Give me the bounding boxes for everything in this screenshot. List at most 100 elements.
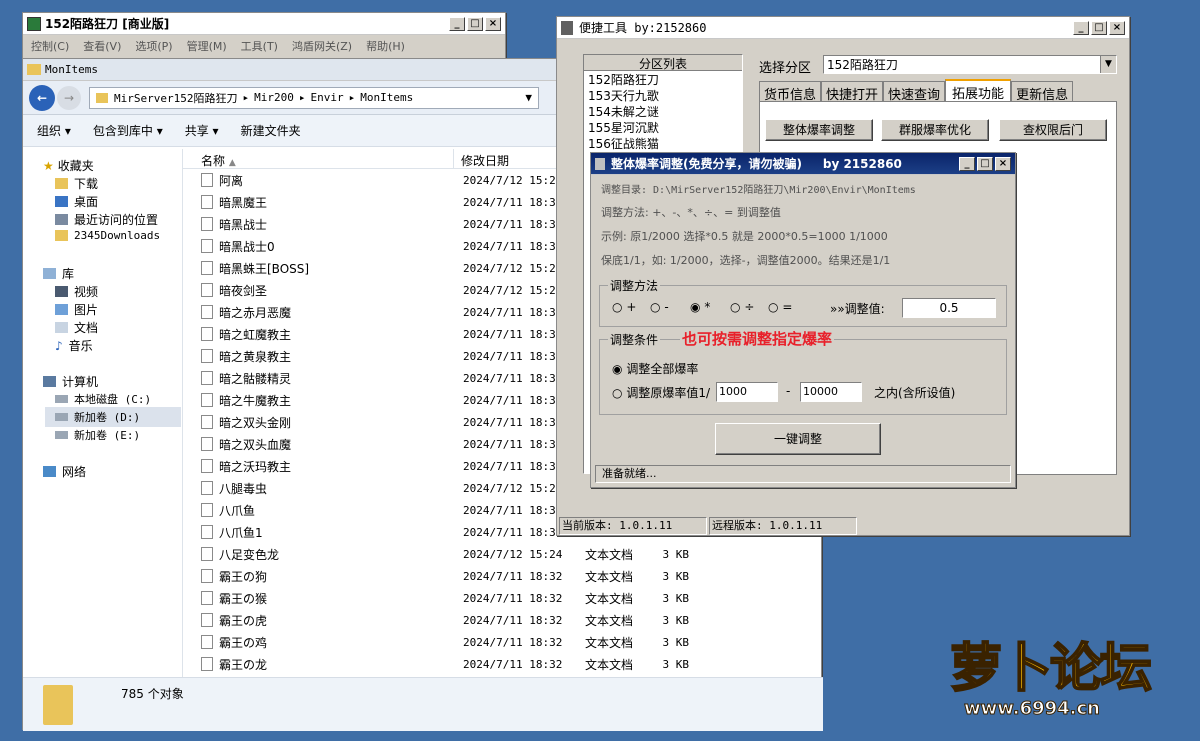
text-file-icon bbox=[201, 569, 213, 583]
text-file-icon bbox=[201, 415, 213, 429]
check-backdoor-button[interactable]: 查权限后门 bbox=[999, 119, 1107, 141]
nav-drive-d[interactable]: 新加卷 (D:) bbox=[45, 407, 181, 427]
close-button[interactable]: × bbox=[485, 16, 501, 31]
address-bar[interactable]: MirServer152陌路狂刀 ▸ Mir200 ▸ Envir ▸ MonItem… bbox=[89, 86, 539, 109]
column-date[interactable]: 修改日期 bbox=[461, 152, 509, 169]
file-row[interactable]: 霸王の鸡 2024/7/11 18:32 文本文档 3 KB bbox=[183, 631, 823, 653]
nav-recent[interactable]: 最近访问的位置 bbox=[55, 211, 158, 228]
partition-item[interactable]: 155星河沉默 bbox=[584, 119, 742, 135]
menu-tools[interactable]: 工具(T) bbox=[241, 38, 278, 54]
object-count: 785 个对象 bbox=[121, 687, 184, 701]
nav-favorites[interactable]: ★ 收藏夹 bbox=[43, 157, 94, 174]
chevron-down-icon[interactable]: ▼ bbox=[525, 91, 532, 104]
nav-music[interactable]: ♪ 音乐 bbox=[55, 337, 93, 354]
value-label: »»调整值: bbox=[830, 302, 885, 316]
text-file-icon bbox=[201, 393, 213, 407]
nav-computer[interactable]: 计算机 bbox=[43, 373, 98, 390]
column-name[interactable]: 名称 ▲ bbox=[201, 152, 236, 169]
nav-2345downloads[interactable]: 2345Downloads bbox=[55, 229, 160, 242]
chevron-down-icon[interactable]: ▼ bbox=[1100, 56, 1116, 73]
dialog-icon bbox=[595, 157, 605, 170]
menu-view[interactable]: 查看(V) bbox=[83, 38, 121, 54]
minimize-button[interactable]: _ bbox=[449, 16, 465, 31]
file-name: 暗黑蛛王[BOSS] bbox=[219, 261, 310, 276]
path-sep-icon: ▸ bbox=[242, 91, 250, 104]
range-from-input[interactable]: 1000 bbox=[716, 382, 778, 402]
nav-documents[interactable]: 文档 bbox=[55, 319, 98, 336]
drop-rate-dialog: 整体爆率调整(免费分享，请勿被骗) by 2152860 _ □ × 调整目录: D… bbox=[590, 152, 1016, 488]
path-segment-server[interactable]: MirServer152陌路狂刀 bbox=[114, 90, 237, 106]
share-button[interactable]: 共享 ▾ bbox=[185, 122, 219, 139]
path-segment-mir200[interactable]: Mir200 bbox=[254, 91, 294, 104]
range-to-input[interactable]: 10000 bbox=[800, 382, 862, 402]
menu-control[interactable]: 控制(C) bbox=[31, 38, 69, 54]
file-name: 暗之双头金刚 bbox=[219, 415, 292, 430]
text-file-icon bbox=[201, 547, 213, 561]
nav-videos[interactable]: 视频 bbox=[55, 283, 98, 300]
close-button[interactable]: × bbox=[1109, 20, 1125, 35]
text-file-icon bbox=[201, 305, 213, 319]
path-segment-monitems[interactable]: MonItems bbox=[360, 91, 413, 104]
sort-ascending-icon: ▲ bbox=[228, 158, 236, 168]
partition-item[interactable]: 153天行九歌 bbox=[584, 87, 742, 103]
nav-drive-c[interactable]: 本地磁盘 (C:) bbox=[55, 391, 151, 407]
overall-drop-rate-button[interactable]: 整体爆率调整 bbox=[765, 119, 873, 141]
text-file-icon bbox=[201, 195, 213, 209]
file-date: 2024/7/11 18:32 bbox=[463, 569, 563, 583]
condition-legend: 调整条件 bbox=[608, 331, 661, 348]
adjust-all-radio[interactable]: ◉ 调整全部爆率 bbox=[612, 360, 698, 377]
maximize-button[interactable]: □ bbox=[1091, 20, 1107, 35]
partition-item[interactable]: 152陌路狂刀 bbox=[584, 71, 742, 87]
menu-manage[interactable]: 管理(M) bbox=[187, 38, 227, 54]
file-row[interactable]: 八足变色龙 2024/7/12 15:24 文本文档 3 KB bbox=[183, 543, 823, 565]
forward-arrow-icon[interactable]: → bbox=[57, 85, 81, 110]
back-window-menubar: 控制(C) 查看(V) 选项(P) 管理(M) 工具(T) 鸿盾网关(Z) 帮助… bbox=[23, 35, 505, 57]
nav-desktop[interactable]: 桌面 bbox=[55, 193, 98, 210]
menu-options[interactable]: 选项(P) bbox=[135, 38, 172, 54]
file-row[interactable]: 霸王の龙 2024/7/11 18:32 文本文档 3 KB bbox=[183, 653, 823, 675]
menu-help[interactable]: 帮助(H) bbox=[366, 38, 405, 54]
text-file-icon bbox=[201, 371, 213, 385]
select-partition-label: 选择分区 bbox=[759, 61, 812, 76]
op-divide-radio[interactable]: ○ ÷ bbox=[730, 300, 754, 314]
include-library-button[interactable]: 包含到库中 ▾ bbox=[93, 122, 163, 139]
adjust-range-radio[interactable]: ○ 调整原爆率值1/ bbox=[612, 384, 710, 401]
new-folder-button[interactable]: 新建文件夹 bbox=[241, 122, 301, 139]
folder-icon bbox=[27, 64, 41, 75]
nav-drive-e[interactable]: 新加卷 (E:) bbox=[55, 427, 140, 443]
organize-button[interactable]: 组织 ▾ bbox=[37, 122, 71, 139]
close-button[interactable]: × bbox=[995, 156, 1011, 171]
nav-downloads[interactable]: 下载 bbox=[55, 175, 98, 192]
file-row[interactable]: 霸王の虎 2024/7/11 18:32 文本文档 3 KB bbox=[183, 609, 823, 631]
file-size: 3 KB bbox=[662, 591, 690, 605]
adjust-directory: 调整目录: D:\MirServer152陌路狂刀\Mir200\Envir\M… bbox=[601, 185, 916, 196]
adjust-value-input[interactable]: 0.5 bbox=[902, 298, 996, 318]
partition-item[interactable]: 154未解之谜 bbox=[584, 103, 742, 119]
menu-gateway[interactable]: 鸿盾网关(Z) bbox=[292, 38, 352, 54]
group-server-optimize-button[interactable]: 群服爆率优化 bbox=[881, 119, 989, 141]
file-size: 3 KB bbox=[662, 613, 690, 627]
file-row[interactable]: 霸王の狗 2024/7/11 18:32 文本文档 3 KB bbox=[183, 565, 823, 587]
one-click-adjust-button[interactable]: 一键调整 bbox=[715, 423, 881, 455]
op-equals-radio[interactable]: ○ = bbox=[768, 300, 792, 314]
file-row[interactable]: 霸王の猴 2024/7/11 18:32 文本文档 3 KB bbox=[183, 587, 823, 609]
minimize-button[interactable]: _ bbox=[1073, 20, 1089, 35]
back-arrow-icon[interactable]: ← bbox=[29, 84, 55, 111]
op-plus-radio[interactable]: ○ + bbox=[612, 300, 636, 314]
text-file-icon bbox=[201, 613, 213, 627]
video-icon bbox=[55, 286, 68, 297]
op-minus-radio[interactable]: ○ - bbox=[650, 300, 669, 314]
current-version: 当前版本: 1.0.1.11 bbox=[559, 517, 707, 535]
nav-library[interactable]: 库 bbox=[43, 265, 74, 282]
nav-pictures[interactable]: 图片 bbox=[55, 301, 98, 318]
op-multiply-radio[interactable]: ◉ * bbox=[690, 300, 710, 314]
nav-network[interactable]: 网络 bbox=[43, 463, 86, 480]
maximize-button[interactable]: □ bbox=[977, 156, 993, 171]
partition-item[interactable]: 156征战熊猫 bbox=[584, 135, 742, 151]
minimize-button[interactable]: _ bbox=[959, 156, 975, 171]
annotation-text: 也可按需调整指定爆率 bbox=[680, 328, 835, 349]
maximize-button[interactable]: □ bbox=[467, 16, 483, 31]
text-file-icon bbox=[201, 261, 213, 275]
partition-select[interactable]: 152陌路狂刀 ▼ bbox=[823, 55, 1117, 74]
path-segment-envir[interactable]: Envir bbox=[310, 91, 343, 104]
